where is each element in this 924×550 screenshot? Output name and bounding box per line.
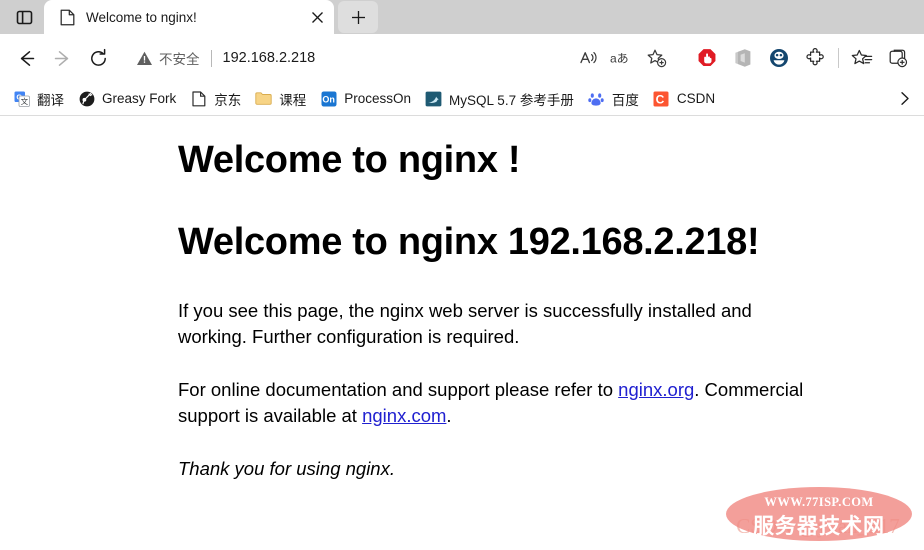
navigation-toolbar: 不安全 192.168.2.218 aあ (0, 34, 924, 82)
nginx-org-link[interactable]: nginx.org (618, 379, 694, 400)
watermark-site-url: WWW.77ISP.COM (764, 495, 874, 509)
bookmark-label: MySQL 5.7 参考手册 (449, 92, 574, 108)
bookmark-label: 百度 (611, 92, 639, 108)
site-security-chip[interactable]: 不安全 (136, 48, 200, 68)
page-paragraph-links: For online documentation and support ple… (178, 377, 818, 428)
links-intro-text: For online documentation and support ple… (178, 379, 619, 401)
tab-actions-button[interactable] (4, 2, 44, 32)
collections-icon[interactable] (880, 40, 916, 76)
links-end-text: . (446, 404, 452, 426)
reload-button[interactable] (80, 40, 116, 76)
omnibox-actions: aあ (571, 42, 673, 74)
bookmark-item-processon[interactable]: On ProcessOn (313, 86, 418, 112)
forward-button[interactable] (44, 40, 80, 76)
processon-icon: On (320, 90, 337, 107)
favorites-icon[interactable] (844, 40, 880, 76)
bookmark-item-mysql[interactable]: MySQL 5.7 参考手册 (418, 86, 581, 112)
page-heading-secondary: Welcome to nginx 192.168.2.218! (178, 221, 760, 264)
bookmark-label: ProcessOn (344, 91, 412, 106)
folder-icon (255, 90, 272, 107)
bookmark-label: 翻译 (37, 92, 64, 108)
plus-icon (351, 10, 365, 24)
bookmark-item-translate[interactable]: G 文 翻译 (6, 86, 71, 112)
close-icon[interactable] (304, 4, 330, 30)
page-paragraph-status: If you see this page, the nginx web serv… (178, 300, 752, 347)
bookmarks-bar: G 文 翻译 Greasy Fork 京东 (0, 82, 924, 116)
svg-text:aあ: aあ (610, 52, 629, 66)
bookmark-label: CSDN (676, 91, 716, 106)
bookmark-folder-courses[interactable]: 课程 (248, 86, 313, 112)
translate-icon[interactable]: aあ (605, 42, 639, 74)
toolbar-divider (838, 48, 839, 68)
url-text: 192.168.2.218 (222, 50, 316, 66)
arrow-right-icon (54, 50, 68, 66)
tab-strip: Welcome to nginx! (0, 0, 924, 34)
baidu-paw-icon (588, 90, 605, 107)
bookmarks-overflow-button[interactable] (890, 86, 918, 112)
read-aloud-icon[interactable] (571, 42, 605, 74)
extensions-puzzle-icon[interactable] (797, 40, 833, 76)
omnibox-divider (210, 49, 212, 67)
office-extension-icon[interactable] (725, 40, 761, 76)
bookmark-label: 京东 (214, 92, 242, 108)
adblock-extension-icon[interactable] (689, 40, 725, 76)
warning-triangle-icon (137, 51, 152, 65)
extensions-toolbar (689, 40, 916, 76)
arrow-left-icon (20, 50, 34, 66)
nginx-com-link[interactable]: nginx.com (362, 405, 446, 426)
watermark-site-name: 服务器技术网 (753, 515, 885, 538)
bookmark-item-baidu[interactable]: 百度 (581, 86, 646, 112)
document-icon (190, 90, 207, 107)
document-icon (58, 8, 76, 26)
bookmark-label: 课程 (279, 92, 307, 108)
bookmark-item-jd[interactable]: 京东 (183, 86, 248, 112)
svg-text:On: On (322, 94, 335, 104)
reload-icon (90, 48, 106, 66)
browser-tab[interactable]: Welcome to nginx! (44, 0, 334, 34)
bookmark-label: Greasy Fork (102, 91, 177, 106)
tab-title: Welcome to nginx! (86, 9, 197, 25)
watermark: CSDN @yuan_317 WWW.77ISP.COM 服务器技术网 (720, 481, 916, 547)
greasy-fork-icon (78, 90, 95, 107)
bookmark-item-csdn[interactable]: C CSDN (646, 86, 722, 112)
google-translate-icon: G 文 (13, 90, 30, 107)
bookmark-item-greasy-fork[interactable]: Greasy Fork (71, 86, 183, 112)
vertical-tabs-icon (16, 10, 32, 24)
svg-text:文: 文 (20, 96, 28, 106)
new-tab-button[interactable] (338, 1, 378, 33)
edge-extension-icon[interactable] (761, 40, 797, 76)
svg-text:C: C (656, 92, 665, 106)
security-status-text: 不安全 (159, 52, 200, 67)
page-paragraph-thanks: Thank you for using nginx. (178, 458, 395, 480)
back-button[interactable] (8, 40, 44, 76)
mysql-dolphin-icon (425, 90, 442, 107)
page-content: Welcome to nginx ! Welcome to nginx 192.… (0, 116, 924, 549)
address-bar[interactable]: 不安全 192.168.2.218 aあ (126, 42, 683, 74)
add-favorite-icon[interactable] (639, 42, 673, 74)
page-heading-primary: Welcome to nginx ! (178, 139, 521, 181)
csdn-icon: C (653, 90, 670, 107)
chevron-right-icon (900, 92, 909, 105)
